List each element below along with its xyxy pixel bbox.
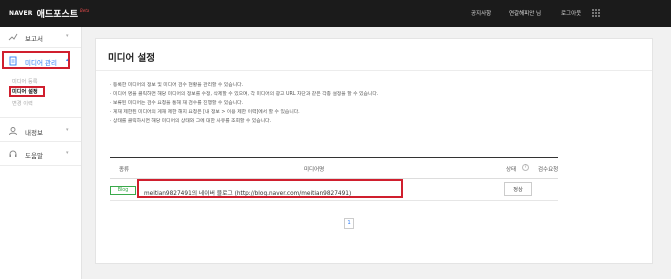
sidebar-item-report[interactable]: 보고서 ▾	[0, 28, 81, 46]
divider	[96, 70, 652, 71]
note-line: · 보류된 미디어는 검수 요청을 통해 재 검수를 진행할 수 있습니다.	[110, 101, 244, 106]
highlight-box-media	[2, 51, 70, 69]
highlight-box-media-name	[137, 179, 403, 198]
sidebar-item-label: 내정보	[25, 129, 43, 137]
notice-link[interactable]: 공지사항	[471, 9, 491, 17]
table-row: Blog meitian9827491의 네이버 블로그 (http://blo…	[110, 179, 558, 201]
grid-icon[interactable]	[592, 9, 600, 17]
media-settings-panel: 미디어 설정 · 등록한 미디어의 정보 및 미디어 검수 현황을 관리할 수 …	[95, 38, 653, 264]
beta-badge: Beta	[80, 8, 90, 13]
chevron-down-icon: ▾	[66, 150, 69, 156]
sidebar: 보고서 ▾ 미디어 관리 ▴ 미디어 등록 미디어 설정 변경 이력 내정보 ▾…	[0, 27, 82, 279]
sidebar-item-label: 보고서	[25, 35, 43, 43]
brand-logo[interactable]: NAVER 애드포스트 Beta	[9, 7, 89, 20]
divider	[0, 117, 81, 118]
column-header-status: 상태	[506, 167, 517, 173]
column-header-media-name: 미디어명	[304, 167, 325, 173]
service-name: 애드포스트	[36, 10, 79, 20]
user-name-link[interactable]: 연갈해피안 님	[509, 9, 541, 17]
sidebar-subitem-register[interactable]: 미디어 등록	[12, 78, 38, 85]
sidebar-item-help[interactable]: 도움말 ▾	[0, 145, 81, 163]
note-line: · 상태를 클릭하시면 해당 미디어의 상태와 그에 대한 사유를 조회할 수 …	[110, 119, 272, 124]
note-line: · 게재 제한된 미디어의 게재 제한 해지 요청은 [내 정보 > 이용 제한…	[110, 110, 300, 115]
top-bar: NAVER 애드포스트 Beta 공지사항 연갈해피안 님 로그아웃	[0, 0, 671, 27]
note-line: · 미디어 명을 클릭하면 해당 미디어의 정보를 수정, 삭제할 수 있으며,…	[110, 92, 379, 97]
divider	[0, 47, 81, 48]
media-type-badge: Blog	[110, 186, 136, 195]
highlight-box-settings	[9, 86, 45, 97]
sidebar-subitem-history[interactable]: 변경 이력	[12, 100, 33, 107]
chevron-down-icon: ▾	[66, 127, 69, 133]
divider	[0, 141, 81, 142]
chart-line-icon	[8, 33, 18, 41]
info-notes: · 등록한 미디어의 정보 및 미디어 검수 현황을 관리할 수 있습니다. ·…	[110, 81, 378, 126]
sidebar-item-label: 도움말	[25, 152, 43, 160]
headset-icon	[9, 150, 17, 157]
sidebar-item-myinfo[interactable]: 내정보 ▾	[0, 122, 81, 140]
logout-link[interactable]: 로그아웃	[561, 9, 581, 17]
page-title: 미디어 설정	[108, 53, 156, 64]
user-icon	[9, 127, 17, 136]
divider	[0, 165, 81, 166]
column-header-review-request: 검수요청	[538, 167, 559, 173]
pagination-page-1[interactable]: 1	[344, 218, 354, 229]
naver-logo: NAVER	[9, 10, 33, 17]
status-button[interactable]: 정상	[504, 182, 532, 196]
help-icon[interactable]: ?	[522, 164, 529, 171]
chevron-down-icon: ▾	[66, 33, 69, 39]
note-line: · 등록한 미디어의 정보 및 미디어 검수 현황을 관리할 수 있습니다.	[110, 83, 244, 88]
column-header-type: 종류	[119, 167, 130, 173]
table-header: 종류 미디어명 상태 ? 검수요청	[110, 157, 558, 179]
